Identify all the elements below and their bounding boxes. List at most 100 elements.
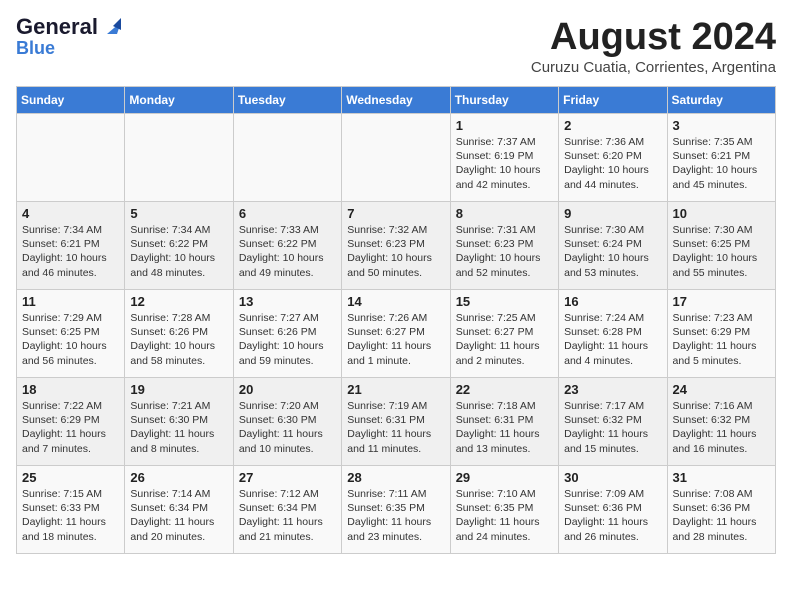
- calendar-table: SundayMondayTuesdayWednesdayThursdayFrid…: [16, 86, 776, 554]
- calendar-cell: 14 Sunrise: 7:26 AMSunset: 6:27 PMDayligh…: [342, 290, 450, 378]
- day-info: Sunrise: 7:31 AMSunset: 6:23 PMDaylight:…: [456, 223, 553, 280]
- logo: General Blue: [16, 16, 121, 59]
- day-info: Sunrise: 7:37 AMSunset: 6:19 PMDaylight:…: [456, 135, 553, 192]
- day-of-week-tuesday: Tuesday: [233, 87, 341, 114]
- day-number: 1: [456, 118, 553, 133]
- calendar-cell: 10 Sunrise: 7:30 AMSunset: 6:25 PMDayligh…: [667, 202, 775, 290]
- calendar-cell: 6 Sunrise: 7:33 AMSunset: 6:22 PMDaylight…: [233, 202, 341, 290]
- day-number: 13: [239, 294, 336, 309]
- calendar-cell: 20 Sunrise: 7:20 AMSunset: 6:30 PMDayligh…: [233, 378, 341, 466]
- day-number: 21: [347, 382, 444, 397]
- day-info: Sunrise: 7:35 AMSunset: 6:21 PMDaylight:…: [673, 135, 770, 192]
- day-info: Sunrise: 7:33 AMSunset: 6:22 PMDaylight:…: [239, 223, 336, 280]
- calendar-cell: [17, 114, 125, 202]
- day-info: Sunrise: 7:34 AMSunset: 6:22 PMDaylight:…: [130, 223, 227, 280]
- logo-general: General: [16, 16, 98, 38]
- day-info: Sunrise: 7:23 AMSunset: 6:29 PMDaylight:…: [673, 311, 770, 368]
- day-info: Sunrise: 7:32 AMSunset: 6:23 PMDaylight:…: [347, 223, 444, 280]
- calendar-cell: 13 Sunrise: 7:27 AMSunset: 6:26 PMDayligh…: [233, 290, 341, 378]
- day-info: Sunrise: 7:19 AMSunset: 6:31 PMDaylight:…: [347, 399, 444, 456]
- day-number: 10: [673, 206, 770, 221]
- day-of-week-thursday: Thursday: [450, 87, 558, 114]
- calendar-cell: 3 Sunrise: 7:35 AMSunset: 6:21 PMDaylight…: [667, 114, 775, 202]
- calendar-cell: 23 Sunrise: 7:17 AMSunset: 6:32 PMDayligh…: [559, 378, 667, 466]
- day-number: 16: [564, 294, 661, 309]
- day-number: 25: [22, 470, 119, 485]
- calendar-cell: [125, 114, 233, 202]
- day-info: Sunrise: 7:12 AMSunset: 6:34 PMDaylight:…: [239, 487, 336, 544]
- logo-blue: Blue: [16, 38, 55, 59]
- location-subtitle: Curuzu Cuatia, Corrientes, Argentina: [531, 59, 776, 76]
- day-info: Sunrise: 7:11 AMSunset: 6:35 PMDaylight:…: [347, 487, 444, 544]
- day-info: Sunrise: 7:30 AMSunset: 6:25 PMDaylight:…: [673, 223, 770, 280]
- day-number: 30: [564, 470, 661, 485]
- calendar-cell: 17 Sunrise: 7:23 AMSunset: 6:29 PMDayligh…: [667, 290, 775, 378]
- day-info: Sunrise: 7:36 AMSunset: 6:20 PMDaylight:…: [564, 135, 661, 192]
- calendar-cell: 30 Sunrise: 7:09 AMSunset: 6:36 PMDayligh…: [559, 466, 667, 554]
- day-number: 11: [22, 294, 119, 309]
- calendar-cell: [233, 114, 341, 202]
- calendar-cell: 7 Sunrise: 7:32 AMSunset: 6:23 PMDaylight…: [342, 202, 450, 290]
- day-of-week-sunday: Sunday: [17, 87, 125, 114]
- day-number: 15: [456, 294, 553, 309]
- calendar-cell: [342, 114, 450, 202]
- calendar-cell: 1 Sunrise: 7:37 AMSunset: 6:19 PMDaylight…: [450, 114, 558, 202]
- day-number: 26: [130, 470, 227, 485]
- calendar-cell: 16 Sunrise: 7:24 AMSunset: 6:28 PMDayligh…: [559, 290, 667, 378]
- day-info: Sunrise: 7:20 AMSunset: 6:30 PMDaylight:…: [239, 399, 336, 456]
- day-info: Sunrise: 7:27 AMSunset: 6:26 PMDaylight:…: [239, 311, 336, 368]
- day-number: 23: [564, 382, 661, 397]
- day-number: 9: [564, 206, 661, 221]
- day-info: Sunrise: 7:26 AMSunset: 6:27 PMDaylight:…: [347, 311, 444, 368]
- day-number: 31: [673, 470, 770, 485]
- day-number: 27: [239, 470, 336, 485]
- day-info: Sunrise: 7:15 AMSunset: 6:33 PMDaylight:…: [22, 487, 119, 544]
- day-number: 29: [456, 470, 553, 485]
- day-number: 12: [130, 294, 227, 309]
- day-info: Sunrise: 7:29 AMSunset: 6:25 PMDaylight:…: [22, 311, 119, 368]
- calendar-cell: 15 Sunrise: 7:25 AMSunset: 6:27 PMDayligh…: [450, 290, 558, 378]
- day-info: Sunrise: 7:24 AMSunset: 6:28 PMDaylight:…: [564, 311, 661, 368]
- day-info: Sunrise: 7:25 AMSunset: 6:27 PMDaylight:…: [456, 311, 553, 368]
- day-number: 4: [22, 206, 119, 221]
- day-info: Sunrise: 7:34 AMSunset: 6:21 PMDaylight:…: [22, 223, 119, 280]
- day-number: 6: [239, 206, 336, 221]
- month-title: August 2024: [531, 16, 776, 59]
- calendar-cell: 27 Sunrise: 7:12 AMSunset: 6:34 PMDayligh…: [233, 466, 341, 554]
- day-of-week-saturday: Saturday: [667, 87, 775, 114]
- day-number: 3: [673, 118, 770, 133]
- calendar-cell: 22Sunrise: 7:18 AMSunset: 6:31 PMDayligh…: [450, 378, 558, 466]
- calendar-cell: 18 Sunrise: 7:22 AMSunset: 6:29 PMDayligh…: [17, 378, 125, 466]
- day-number: 19: [130, 382, 227, 397]
- day-number: 14: [347, 294, 444, 309]
- calendar-cell: 4 Sunrise: 7:34 AMSunset: 6:21 PMDaylight…: [17, 202, 125, 290]
- calendar-cell: 21 Sunrise: 7:19 AMSunset: 6:31 PMDayligh…: [342, 378, 450, 466]
- calendar-cell: 24Sunrise: 7:16 AMSunset: 6:32 PMDayligh…: [667, 378, 775, 466]
- calendar-cell: 25 Sunrise: 7:15 AMSunset: 6:33 PMDayligh…: [17, 466, 125, 554]
- day-info: Sunrise: 7:22 AMSunset: 6:29 PMDaylight:…: [22, 399, 119, 456]
- day-info: Sunrise: 7:17 AMSunset: 6:32 PMDaylight:…: [564, 399, 661, 456]
- day-number: 18: [22, 382, 119, 397]
- day-info: Sunrise: 7:16 AMSunset: 6:32 PMDaylight:…: [673, 399, 770, 456]
- calendar-cell: 31 Sunrise: 7:08 AMSunset: 6:36 PMDayligh…: [667, 466, 775, 554]
- day-number: 20: [239, 382, 336, 397]
- day-number: 7: [347, 206, 444, 221]
- day-info: Sunrise: 7:08 AMSunset: 6:36 PMDaylight:…: [673, 487, 770, 544]
- page-header: General Blue August 2024 Curuzu Cuatia, …: [16, 16, 776, 76]
- day-info: Sunrise: 7:21 AMSunset: 6:30 PMDaylight:…: [130, 399, 227, 456]
- logo-bird-icon: [99, 16, 121, 38]
- calendar-cell: 19 Sunrise: 7:21 AMSunset: 6:30 PMDayligh…: [125, 378, 233, 466]
- calendar-cell: 11 Sunrise: 7:29 AMSunset: 6:25 PMDayligh…: [17, 290, 125, 378]
- day-info: Sunrise: 7:09 AMSunset: 6:36 PMDaylight:…: [564, 487, 661, 544]
- day-number: 28: [347, 470, 444, 485]
- calendar-cell: 9 Sunrise: 7:30 AMSunset: 6:24 PMDaylight…: [559, 202, 667, 290]
- calendar-cell: 29Sunrise: 7:10 AMSunset: 6:35 PMDayligh…: [450, 466, 558, 554]
- day-info: Sunrise: 7:30 AMSunset: 6:24 PMDaylight:…: [564, 223, 661, 280]
- day-of-week-friday: Friday: [559, 87, 667, 114]
- day-number: 22: [456, 382, 553, 397]
- calendar-cell: 28 Sunrise: 7:11 AMSunset: 6:35 PMDayligh…: [342, 466, 450, 554]
- day-of-week-wednesday: Wednesday: [342, 87, 450, 114]
- day-number: 2: [564, 118, 661, 133]
- day-number: 8: [456, 206, 553, 221]
- day-number: 17: [673, 294, 770, 309]
